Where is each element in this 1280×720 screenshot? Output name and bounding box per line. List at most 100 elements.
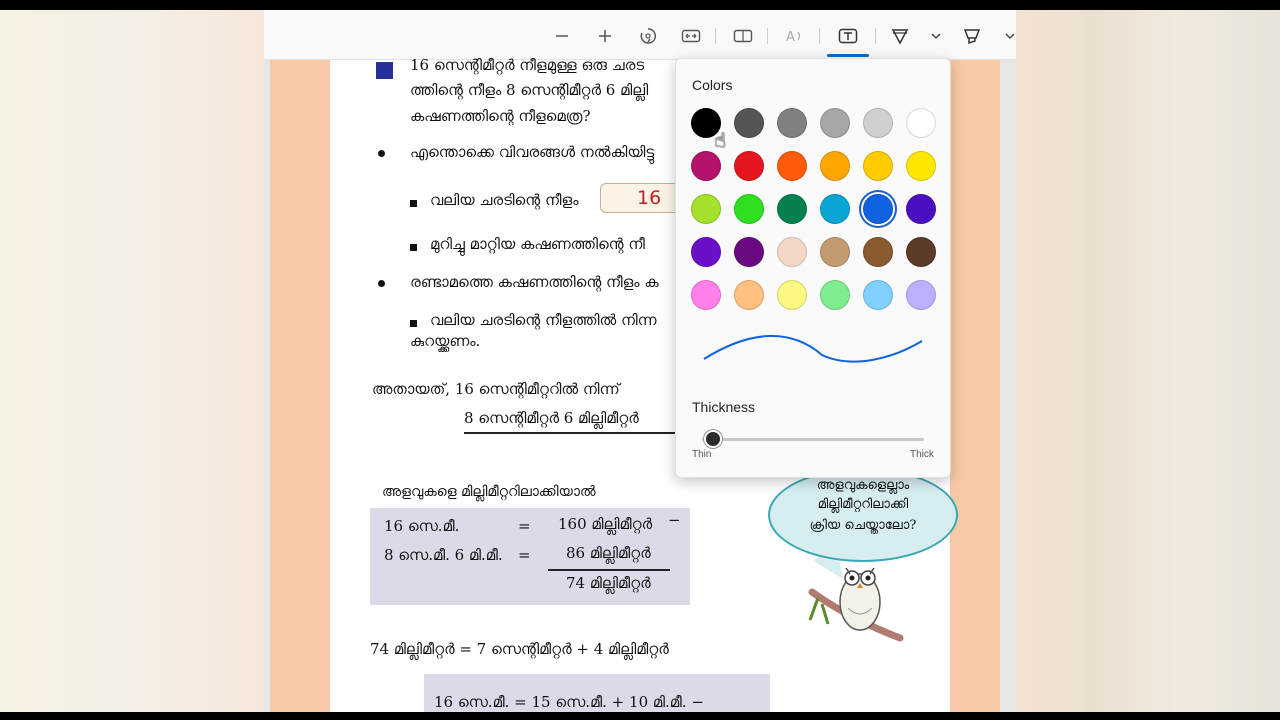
color-swatch[interactable] [863,237,893,267]
square-bullet [410,200,417,207]
thickness-slider-track[interactable] [702,438,924,441]
active-tool-indicator [827,54,869,57]
left-background [0,10,264,712]
toolbar-separator [819,28,820,44]
highlight-icon [963,29,981,45]
bullet [378,150,385,157]
color-picker-popup: Colors Thickness Thin Thick [675,58,951,478]
minus-icon [556,35,568,37]
color-swatch[interactable] [906,194,936,224]
chevron-down-icon [1005,33,1015,39]
calc-row-2-left: 8 സെ.മീ. 6 മി.മീ. [384,546,503,564]
color-swatch[interactable] [777,108,807,138]
zoom-out-button[interactable] [550,24,574,48]
svg-text:A: A [786,30,795,44]
thickness-heading: Thickness [692,399,756,415]
that-is-line: അതായത്, 16 സെന്റിമീറ്ററിൽ നിന്ന് [372,380,620,398]
color-swatch[interactable] [691,151,721,181]
underline-rule [464,432,684,434]
top-black-bar [0,0,1280,10]
color-swatch[interactable] [734,108,764,138]
calc-row-2-right: 86 മില്ലിമീറ്റർ [566,544,651,562]
thickness-slider-thumb[interactable] [704,430,723,448]
color-swatch[interactable] [863,108,893,138]
add-text-button[interactable] [836,24,860,48]
calc-row-1-right: 160 മില്ലിമീറ്റർ [558,515,653,533]
bottom-partial-line: 16 സെ.മീ. = 15 സെ.മീ. + 10 മി.മീ. − [434,693,704,711]
bullet-text-2: രണ്ടാമത്തെ കഷണത്തിന്റെ നീളം ക [410,273,659,291]
toolbar-separator [715,28,716,44]
color-swatch[interactable] [863,151,893,181]
sub-text-2: മുറിച്ചു മാറ്റിയ കഷണത്തിന്റെ നീ [430,235,645,253]
color-swatch[interactable] [691,237,721,267]
highlight-options-dropdown[interactable] [998,24,1016,48]
color-swatch[interactable] [863,194,893,224]
subtract-line: 8 സെന്റിമീറ്റർ 6 മില്ലിമീറ്റർ [464,409,639,427]
color-swatch[interactable] [906,280,936,310]
bubble-line-2: മില്ലിമീറ്ററിലാക്കി [817,497,909,512]
color-swatch[interactable] [820,237,850,267]
color-swatch[interactable] [906,237,936,267]
read-aloud-button[interactable]: A [783,24,807,48]
final-equation: 74 മില്ലിമീറ്റർ = 7 സെന്റിമീറ്റർ + 4 മില… [370,640,669,658]
color-swatch[interactable] [863,280,893,310]
bullet-text-1: എന്തൊക്കെ വിവരങ്ങൾ നൽകിയിട്ടു [410,143,655,161]
calc-row-3-right: 74 മില്ലിമീറ്റർ [566,574,651,592]
draw-button[interactable] [888,24,912,48]
calc-minus-sign: − [668,511,681,529]
toolbar-separator [767,28,768,44]
bubble-line-3: ക്രിയ ചെയ്താലോ? [809,518,917,533]
bottom-black-bar [0,712,1280,720]
colors-heading: Colors [692,77,733,93]
zoom-in-button[interactable] [593,24,617,48]
question-line-3: കഷണത്തിന്റെ നീളമെത്ര? [410,107,591,125]
question-line-2: ത്തിന്റെ നീളം 8 സെന്റിമീറ്റർ 6 മില്ലി [410,81,649,99]
highlight-button[interactable] [960,24,984,48]
color-swatch[interactable] [734,151,764,181]
square-bullet [410,244,417,251]
sub-text-3-line-1: വലിയ ചരടിന്റെ നീളത്തിൽ നിന്ന [430,311,657,329]
sub-text-1: വലിയ ചരടിന്റെ നീളം [430,191,579,209]
right-background [1016,10,1280,712]
color-swatch[interactable] [777,151,807,181]
owl-illustration-icon [808,567,904,642]
bullet [378,280,385,287]
draw-options-dropdown[interactable] [924,24,948,48]
convert-heading: അളവുകളെ മില്ലിമീറ്ററിലാക്കിയാൽ [382,484,596,500]
thick-label: Thick [910,449,934,460]
color-swatch[interactable] [906,108,936,138]
thin-label: Thin [692,449,712,460]
color-swatch[interactable] [734,194,764,224]
color-swatch[interactable] [820,280,850,310]
color-swatch[interactable] [820,108,850,138]
color-swatch[interactable] [820,151,850,181]
square-bullet [410,320,417,327]
fit-width-icon [681,29,701,43]
calc-sum-rule [548,569,670,571]
color-swatch[interactable] [691,194,721,224]
rotate-button[interactable] [636,24,660,48]
color-swatch[interactable] [820,194,850,224]
page-view-button[interactable] [731,24,755,48]
fit-width-button[interactable] [679,24,703,48]
calc-row-2-eq: = [518,546,531,564]
draw-icon [891,29,909,45]
question-line-1: 16 സെന്റിമീറ്റർ നീളമുള്ള ഒരു ചരട [410,56,645,74]
page-view-icon [733,29,753,43]
color-swatch[interactable] [691,280,721,310]
chevron-down-icon [931,33,941,39]
toolbar-separator [875,28,876,44]
color-swatch[interactable] [777,194,807,224]
plus-icon [599,30,611,42]
stroke-preview [703,335,923,363]
rotate-icon [640,28,657,44]
color-swatch[interactable] [777,237,807,267]
color-swatch[interactable] [734,237,764,267]
calc-row-1-left: 16 സെ.മീ. [384,517,460,535]
color-swatch[interactable] [906,151,936,181]
color-swatch[interactable] [777,280,807,310]
color-swatch[interactable] [734,280,764,310]
calc-row-1-eq: = [518,517,531,535]
sub-text-3-line-2: കുറയ്ക്കണം. [410,332,481,350]
viewer-toolbar: A [264,10,1016,60]
